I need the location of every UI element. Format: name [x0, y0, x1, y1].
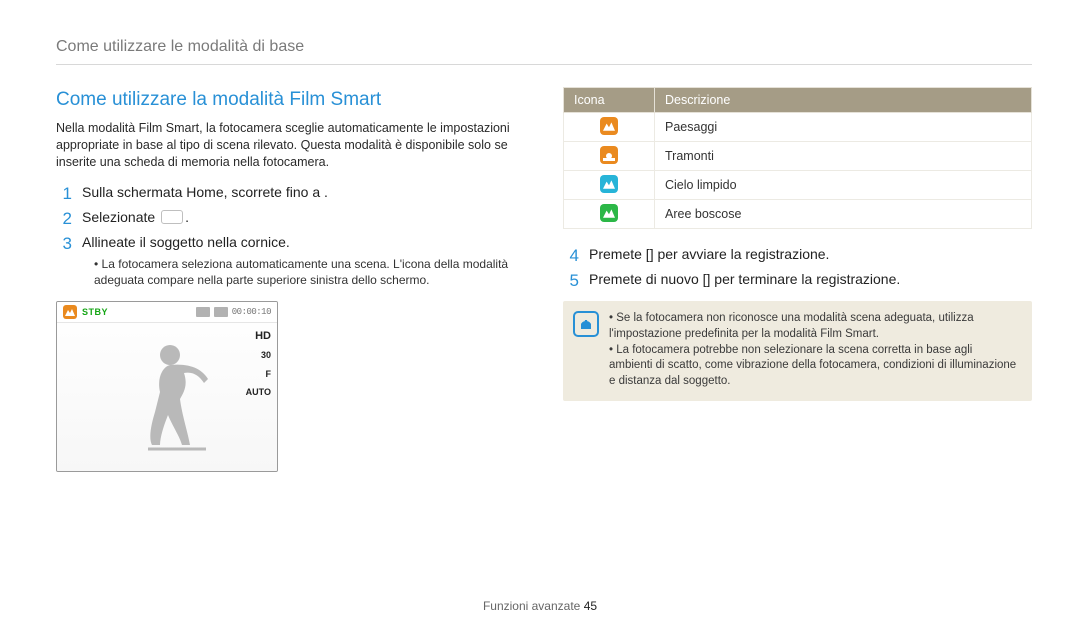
step-number: 2 — [56, 208, 72, 229]
select-placeholder-icon — [161, 210, 183, 224]
step-text: Premete di nuovo [] per terminare la reg… — [589, 270, 1032, 291]
sunset-icon — [600, 146, 618, 164]
breadcrumb: Come utilizzare le modalità di base — [56, 36, 1032, 65]
table-row: Paesaggi — [564, 113, 1032, 142]
table-row: Aree boscose — [564, 200, 1032, 229]
camera-preview-frame: STBY 00:00:10 HD — [56, 301, 278, 472]
stby-label: STBY — [82, 306, 108, 318]
mode-badge: AUTO — [246, 386, 271, 398]
note-item: La fotocamera potrebbe non selezionare l… — [609, 343, 1018, 390]
landscape-icon — [600, 117, 618, 135]
hd-badge: HD — [255, 329, 271, 344]
substep-item: La fotocamera seleziona automaticamente … — [94, 256, 525, 288]
camera-preview: HD 30 F AUTO — [57, 323, 277, 471]
step-text-suffix: . — [185, 209, 189, 225]
battery-icon — [196, 307, 210, 317]
step-number: 4 — [563, 245, 579, 266]
fps-badge: 30 — [261, 349, 271, 361]
page-footer: Funzioni avanzate 45 — [0, 598, 1080, 614]
note-item: Se la fotocamera non riconosce una modal… — [609, 311, 1018, 342]
card-icon — [214, 307, 228, 317]
clear-sky-icon — [600, 175, 618, 193]
table-desc: Cielo limpido — [655, 171, 1032, 200]
table-header-icon: Icona — [564, 87, 655, 113]
table-desc: Aree boscose — [655, 200, 1032, 229]
steps-right: 4 Premete [] per avviare la registrazion… — [563, 245, 1032, 292]
step-number: 1 — [56, 183, 72, 204]
step-text: Allineate il soggetto nella cornice. La … — [82, 233, 525, 288]
step-number: 3 — [56, 233, 72, 288]
table-desc: Paesaggi — [655, 113, 1032, 142]
left-column: Come utilizzare la modalità Film Smart N… — [56, 87, 525, 472]
step-text: Sulla schermata Home, scorrete fino a . — [82, 183, 525, 204]
mountain-icon — [63, 305, 77, 319]
icon-table: Icona Descrizione Paesaggi — [563, 87, 1032, 229]
forest-icon — [600, 204, 618, 222]
aperture-badge: F — [266, 368, 272, 380]
steps-left: 1 Sulla schermata Home, scorrete fino a … — [56, 183, 525, 289]
timecode: 00:00:10 — [232, 306, 271, 318]
step-text-label: Allineate il soggetto nella cornice. — [82, 234, 290, 250]
table-desc: Tramonti — [655, 142, 1032, 171]
table-header-desc: Descrizione — [655, 87, 1032, 113]
page-number: 45 — [584, 599, 597, 613]
intro-text: Nella modalità Film Smart, la fotocamera… — [56, 120, 525, 171]
step-number: 5 — [563, 270, 579, 291]
info-icon — [573, 311, 599, 337]
right-column: Icona Descrizione Paesaggi — [563, 87, 1032, 472]
step-text: Selezionate . — [82, 208, 525, 229]
section-title: Come utilizzare la modalità Film Smart — [56, 87, 525, 113]
info-note: Se la fotocamera non riconosce una modal… — [563, 301, 1032, 401]
table-row: Tramonti — [564, 142, 1032, 171]
skater-silhouette-icon — [122, 337, 212, 457]
table-row: Cielo limpido — [564, 171, 1032, 200]
step-text-label: Selezionate — [82, 209, 155, 225]
step-text: Premete [] per avviare la registrazione. — [589, 245, 1032, 266]
substep-list: La fotocamera seleziona automaticamente … — [82, 252, 525, 288]
camera-status-bar: STBY 00:00:10 — [57, 302, 277, 323]
footer-section: Funzioni avanzate — [483, 599, 580, 613]
